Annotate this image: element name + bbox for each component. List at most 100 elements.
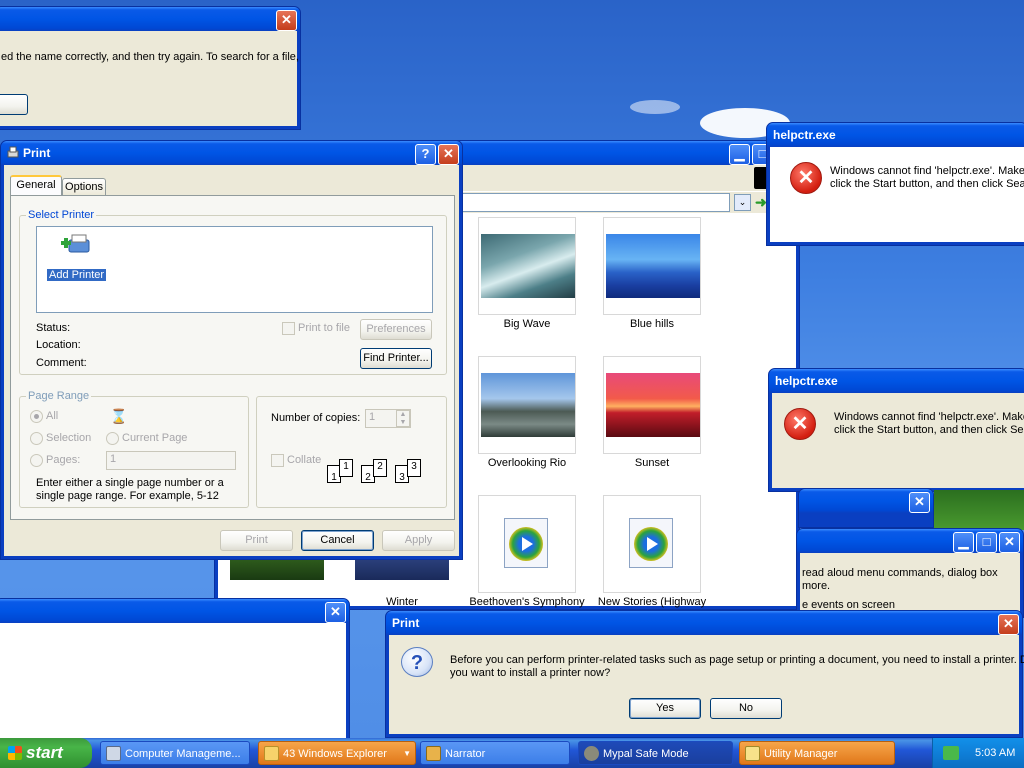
page-icon: 1 — [339, 459, 353, 477]
no-button[interactable]: No — [710, 698, 782, 719]
collate-illustration: 1 1 2 2 3 3 — [327, 457, 437, 489]
tab-label: Options — [65, 181, 103, 193]
ok-button[interactable] — [0, 94, 28, 115]
clock[interactable]: 5:03 AM — [975, 747, 1015, 759]
page-icon: 3 — [407, 459, 421, 477]
tab-general[interactable]: General — [10, 175, 62, 195]
print-to-file-label: Print to file — [298, 322, 350, 334]
page-icon: 2 — [373, 459, 387, 477]
minimize-button[interactable]: ▁ — [729, 144, 750, 165]
close-button[interactable]: ✕ — [998, 614, 1019, 635]
dialog-title: helpctr.exe — [775, 374, 838, 388]
printer-list[interactable]: Add Printer — [36, 226, 433, 313]
error-icon: ✕ — [790, 162, 822, 194]
taskbar-item-mypal[interactable]: Mypal Safe Mode — [578, 741, 733, 765]
start-label: start — [26, 743, 63, 762]
narrator-text-line2: more. — [802, 580, 831, 592]
cancel-button[interactable]: Cancel — [301, 530, 374, 551]
chevron-down-icon: ▼ — [403, 749, 411, 758]
close-button[interactable]: ✕ — [909, 492, 930, 513]
thumbnail-sunset[interactable] — [603, 356, 701, 454]
thumbnail-winter[interactable] — [355, 560, 449, 580]
caption-overlooking-rio: Overlooking Rio — [487, 457, 567, 469]
background-window: ✕ — [798, 488, 934, 528]
taskbar-item-windows-explorer[interactable]: 43 Windows Explorer ▼ — [258, 741, 416, 765]
taskbar-item-computer-management[interactable]: Computer Manageme... — [100, 741, 250, 765]
taskbar-item-utility-manager[interactable]: Utility Manager — [739, 741, 895, 765]
narrator-text-line1: read aloud menu commands, dialog box — [802, 567, 998, 579]
select-printer-legend: Select Printer — [26, 209, 97, 221]
thumbnail-blue-hills[interactable] — [603, 217, 701, 315]
start-button[interactable]: start — [0, 738, 92, 768]
maximize-button[interactable]: □ — [976, 532, 997, 553]
apply-button[interactable]: Apply — [382, 530, 455, 551]
address-dropdown-button[interactable]: ⌄ — [734, 194, 751, 211]
selection-radio[interactable] — [30, 432, 43, 445]
computer-management-icon — [106, 746, 121, 761]
taskbar-item-narrator[interactable]: Narrator — [420, 741, 570, 765]
helpctr-titlebar: helpctr.exe — [767, 123, 1024, 147]
current-page-label: Current Page — [122, 432, 188, 444]
media-file-icon — [504, 518, 548, 568]
close-button[interactable]: ✕ — [438, 144, 459, 165]
helpctr-error-dialog-2: helpctr.exe ✕ Windows cannot find 'helpc… — [768, 368, 1024, 492]
printer-icon — [7, 146, 19, 158]
close-button[interactable]: ✕ — [325, 602, 346, 623]
thumbnail-overlooking-rio[interactable] — [478, 356, 576, 454]
copies-spinner[interactable]: ▲ ▼ — [396, 410, 410, 427]
page-range-help-text: Enter either a single page number or a s… — [36, 477, 224, 502]
prompt-message-line1: Before you can perform printer-related t… — [450, 654, 1024, 666]
collate-checkbox[interactable] — [271, 454, 284, 467]
desktop-grass-area — [934, 490, 1024, 530]
error-text-line2: click the Start button, and then click S… — [830, 178, 1024, 190]
narrator-body: read aloud menu commands, dialog box mor… — [800, 553, 1020, 614]
print-to-file-checkbox[interactable] — [282, 322, 295, 335]
thumbnail-big-wave[interactable] — [478, 217, 576, 315]
yes-button[interactable]: Yes — [629, 698, 701, 719]
media-file-icon — [629, 518, 673, 568]
taskbar-item-label: Utility Manager — [764, 748, 838, 760]
narrator-window: ▁ □ ✕ read aloud menu commands, dialog b… — [796, 528, 1024, 618]
close-button[interactable]: ✕ — [999, 532, 1020, 553]
tab-options[interactable]: Options — [62, 178, 106, 195]
print-dialog: Print ? ✕ General Options Select Printer… — [0, 140, 463, 560]
background-titlebar: ✕ — [799, 489, 933, 513]
thumbnail-partial[interactable] — [230, 560, 324, 580]
network-icon[interactable] — [943, 746, 959, 760]
hourglass-cursor-icon: ⌛ — [110, 408, 128, 424]
system-tray: 5:03 AM — [932, 738, 1024, 768]
search-error-body: ed the name correctly, and then try agai… — [0, 31, 299, 126]
print-client: General Options Select Printer Add Print… — [4, 165, 459, 556]
prompt-message-line2: you want to install a printer now? — [450, 667, 611, 679]
thumbnail-new-stories[interactable] — [603, 495, 701, 593]
windows-flag-icon — [8, 746, 22, 760]
help-button[interactable]: ? — [415, 144, 436, 165]
current-page-radio[interactable] — [106, 432, 119, 445]
find-printer-button[interactable]: Find Printer... — [360, 348, 432, 369]
taskbar-item-label: 43 Windows Explorer — [283, 748, 387, 760]
pages-radio[interactable] — [30, 454, 43, 467]
minimize-button[interactable]: ▁ — [953, 532, 974, 553]
search-error-text: ed the name correctly, and then try agai… — [1, 51, 299, 63]
utility-manager-icon — [745, 746, 760, 761]
error-text-line1: Windows cannot find 'helpctr.exe'. Make — [830, 165, 1024, 177]
pages-input[interactable]: 1 — [106, 451, 236, 470]
tab-label: General — [16, 179, 56, 191]
add-printer-icon[interactable] — [59, 232, 93, 262]
caption-beethovens-symphony: Beethoven's Symphony — [469, 596, 585, 608]
overlooking-rio-image — [481, 373, 575, 437]
thumbnail-beethovens-symphony[interactable] — [478, 495, 576, 593]
caption-blue-hills: Blue hills — [629, 318, 675, 330]
prompt-titlebar: Print ✕ — [386, 611, 1022, 635]
close-button[interactable]: ✕ — [276, 10, 297, 31]
search-error-dialog: ✕ ed the name correctly, and then try ag… — [0, 6, 301, 130]
all-radio[interactable] — [30, 410, 43, 423]
taskbar-item-label: Mypal Safe Mode — [603, 748, 689, 760]
error-text-line1: Windows cannot find 'helpctr.exe'. Make — [834, 411, 1024, 423]
add-printer-label[interactable]: Add Printer — [47, 269, 107, 281]
preferences-button[interactable]: Preferences — [360, 319, 432, 340]
caption-new-stories: New Stories (Highway — [597, 596, 707, 608]
tab-panel: Select Printer Add Printer Status: Locat… — [10, 195, 455, 520]
print-button[interactable]: Print — [220, 530, 293, 551]
copies-group: Number of copies: 1 ▲ ▼ Collate 1 1 2 2 3… — [256, 396, 447, 508]
